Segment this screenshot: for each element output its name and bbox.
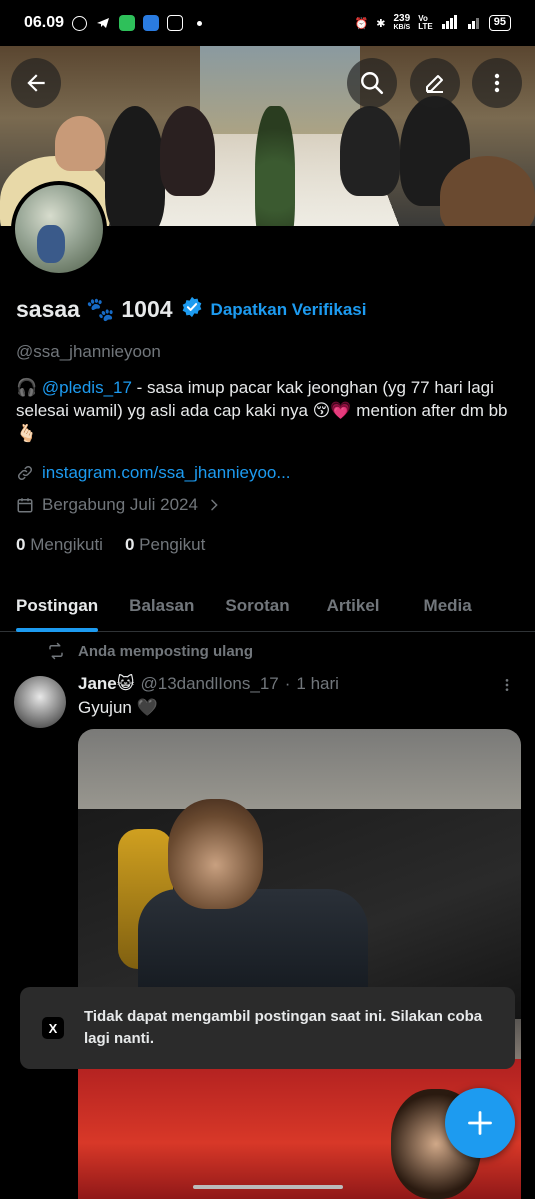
follow-stats: 0 Mengikuti 0 Pengikut bbox=[16, 535, 205, 555]
link-icon bbox=[17, 465, 33, 481]
app-icon-blue bbox=[143, 15, 160, 31]
tab-sorotan[interactable]: Sorotan bbox=[225, 580, 289, 632]
chevron-right-icon bbox=[211, 499, 218, 511]
whatsapp-icon bbox=[72, 15, 88, 31]
following-label: Mengikuti bbox=[30, 535, 103, 554]
edit-button[interactable] bbox=[410, 58, 460, 108]
banner-garland bbox=[255, 106, 295, 226]
signal-icon-2 bbox=[467, 15, 481, 32]
profile-joined-row[interactable]: Bergabung Juli 2024 bbox=[16, 495, 222, 515]
banner-person bbox=[55, 116, 105, 171]
telegram-icon bbox=[95, 15, 111, 31]
calendar-icon bbox=[17, 498, 33, 513]
tab-artikel[interactable]: Artikel bbox=[327, 580, 380, 632]
notification-dot-icon bbox=[197, 20, 203, 26]
post-text: Gyujun 🖤 bbox=[78, 698, 158, 717]
display-name: sasaa 🐾 1004 bbox=[16, 296, 173, 322]
speed-value: 239 bbox=[393, 13, 411, 24]
headphones-emoji: 🎧 bbox=[16, 378, 38, 397]
post-more-button[interactable] bbox=[499, 676, 515, 699]
post-separator: · bbox=[284, 674, 291, 693]
banner-person bbox=[160, 106, 215, 196]
profile-handle: @ssa_jhannieyoon bbox=[16, 342, 161, 361]
back-button[interactable] bbox=[11, 58, 61, 108]
banner-person bbox=[105, 106, 165, 226]
status-time: 06.09 bbox=[24, 14, 65, 31]
media-person-body bbox=[138, 889, 368, 999]
profile-name-row: sasaa 🐾 1004 Dapatkan Verifikasi bbox=[16, 296, 366, 323]
following-count: 0 bbox=[16, 535, 26, 554]
more-options-button[interactable] bbox=[472, 58, 522, 108]
repost-label: Anda memposting ulang bbox=[78, 642, 254, 660]
profile-website-link[interactable]: instagram.com/ssa_jhannieyoo... bbox=[42, 463, 291, 483]
profile-link-row: instagram.com/ssa_jhannieyoo... bbox=[16, 463, 291, 483]
media-person-head bbox=[168, 799, 263, 909]
post-author-avatar[interactable] bbox=[14, 676, 66, 728]
shopee-icon bbox=[167, 15, 184, 31]
bio-mention-link[interactable]: @pledis_17 bbox=[42, 378, 132, 397]
profile-bio: 🎧 @pledis_17 - sasa imup pacar kak jeong… bbox=[16, 376, 521, 445]
bluetooth-icon: ✱ bbox=[376, 17, 386, 30]
post-author-handle[interactable]: @13dandlIons_17 bbox=[140, 674, 278, 694]
followers-count: 0 bbox=[124, 535, 135, 554]
post-header: Jane😺 @13dandlIons_17 · 1 hari bbox=[78, 674, 339, 694]
search-button[interactable] bbox=[347, 58, 397, 108]
verified-badge-icon[interactable] bbox=[181, 296, 203, 323]
app-icon-green bbox=[119, 15, 136, 31]
plus-icon bbox=[468, 1111, 492, 1135]
search-icon bbox=[361, 72, 384, 95]
compose-post-button[interactable] bbox=[445, 1088, 515, 1158]
speed-unit: KB/S bbox=[393, 24, 411, 31]
joined-date: Bergabung Juli 2024 bbox=[42, 495, 198, 514]
toast-message: Tidak dapat mengambil postingan saat ini… bbox=[84, 1008, 483, 1047]
banner-person bbox=[340, 106, 400, 196]
home-indicator[interactable] bbox=[193, 1185, 343, 1189]
followers-stat[interactable]: 0 Pengikut bbox=[125, 535, 205, 555]
volte-icon: Vo LTE bbox=[418, 14, 433, 31]
repost-icon bbox=[49, 642, 63, 660]
banner-person bbox=[440, 156, 535, 226]
more-vertical-icon bbox=[505, 679, 509, 691]
post-time: 1 hari bbox=[296, 674, 339, 693]
edit-icon bbox=[426, 75, 443, 93]
alarm-icon: ⏰ bbox=[354, 17, 369, 30]
tab-balasan[interactable]: Balasan bbox=[129, 580, 194, 632]
signal-icon bbox=[441, 14, 459, 32]
arrow-left-icon bbox=[27, 74, 45, 92]
network-speed: 239 KB/S bbox=[394, 14, 411, 32]
profile-tabs: Postingan Balasan Sorotan Artikel Media bbox=[0, 580, 535, 632]
tab-postingan[interactable]: Postingan bbox=[16, 580, 99, 632]
followers-label: Pengikut bbox=[139, 535, 206, 554]
x-logo-icon: X bbox=[42, 1017, 64, 1039]
repost-indicator: Anda memposting ulang bbox=[46, 642, 253, 660]
get-verified-link[interactable]: Dapatkan Verifikasi bbox=[211, 300, 367, 320]
following-stat[interactable]: 0 Mengikuti bbox=[16, 535, 103, 555]
error-toast: X Tidak dapat mengambil postingan saat i… bbox=[20, 987, 515, 1069]
battery-indicator: 95 bbox=[488, 15, 511, 31]
profile-avatar[interactable] bbox=[11, 181, 107, 277]
more-vertical-icon bbox=[494, 73, 500, 93]
tab-media[interactable]: Media bbox=[424, 580, 472, 632]
avatar-figure bbox=[37, 225, 65, 263]
post-author-name[interactable]: Jane😺 bbox=[78, 674, 134, 694]
status-bar: 06.09 ⏰ ✱ 239 KB/S Vo LTE 95 bbox=[0, 0, 535, 46]
